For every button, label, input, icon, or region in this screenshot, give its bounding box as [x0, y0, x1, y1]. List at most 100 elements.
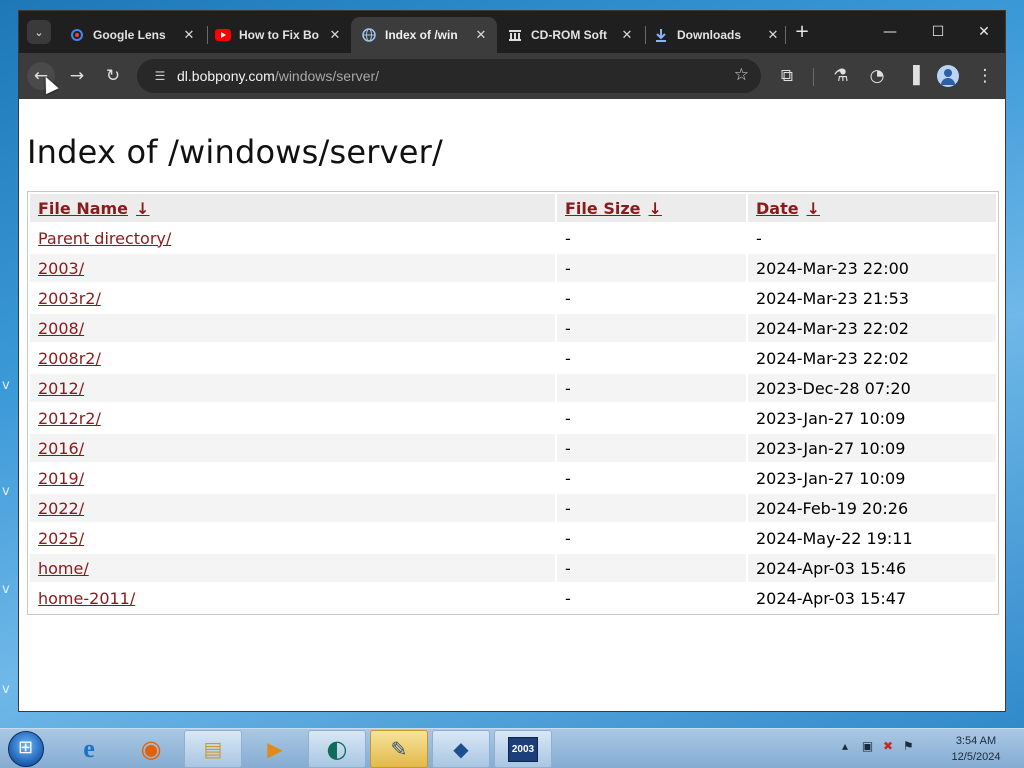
name-cell: 2019/ — [30, 464, 555, 492]
folder-link[interactable]: 2025/ — [38, 529, 84, 548]
tab-downloads[interactable]: Downloads ✕ — [643, 17, 789, 53]
name-cell: 2012/ — [30, 374, 555, 402]
folder-link[interactable]: 2012r2/ — [38, 409, 101, 428]
extensions-button[interactable]: ⧉ — [773, 62, 801, 90]
page-content: Index of /windows/server/ File Name ↓ Fil… — [19, 99, 1005, 711]
folder-link[interactable]: home/ — [38, 559, 89, 578]
folder-link[interactable]: 2016/ — [38, 439, 84, 458]
menu-button[interactable]: ⋮ — [971, 62, 999, 90]
page-title: Index of /windows/server/ — [27, 133, 443, 171]
archive-icon — [507, 27, 523, 43]
internet-explorer-icon[interactable]: e — [60, 730, 118, 768]
table-row: Parent directory/ - - — [30, 224, 996, 252]
close-window-button[interactable]: ✕ — [961, 19, 1005, 45]
more-vert-icon: ⋮ — [976, 66, 994, 86]
profile-avatar[interactable] — [937, 65, 959, 87]
size-cell: - — [565, 348, 571, 368]
chevron-up-icon[interactable]: ▴ — [842, 739, 848, 753]
table-row: 2019/ - 2023-Jan-27 10:09 — [30, 464, 996, 492]
folder-link[interactable]: 2019/ — [38, 469, 84, 488]
address-bar[interactable]: ☰ dl.bobpony.com/windows/server/ ☆ — [137, 59, 761, 93]
folder-link[interactable]: 2003r2/ — [38, 289, 101, 308]
taskbar-clock[interactable]: 3:54 AM 12/5/2024 — [936, 733, 1016, 765]
tab-strip: ⌄ Google Lens ✕ How to Fix Bo ✕ Index of… — [19, 11, 1005, 53]
name-cell: home-2011/ — [30, 584, 555, 612]
forward-button[interactable]: → — [63, 62, 91, 90]
close-icon[interactable]: ✕ — [325, 27, 345, 43]
date-cell: - — [756, 228, 762, 248]
windows-server-2003-icon[interactable]: 2003 — [494, 730, 552, 768]
reload-button[interactable]: ↻ — [99, 62, 127, 90]
minimize-button[interactable]: — — [867, 19, 913, 45]
column-header-name: File Name ↓ — [30, 194, 555, 222]
virtualbox-icon[interactable]: ◆ — [432, 730, 490, 768]
close-icon[interactable]: ✕ — [471, 27, 491, 43]
reload-icon: ↻ — [105, 66, 121, 86]
close-icon[interactable]: ✕ — [617, 27, 637, 43]
folder-link[interactable]: 2022/ — [38, 499, 84, 518]
folder-link[interactable]: 2008/ — [38, 319, 84, 338]
name-cell: 2016/ — [30, 434, 555, 462]
chevron-down-icon: ⌄ — [34, 25, 44, 39]
table-row: 2012r2/ - 2023-Jan-27 10:09 — [30, 404, 996, 432]
sort-by-name-link[interactable]: File Name ↓ — [38, 199, 149, 218]
file-explorer-icon[interactable]: ▤ — [184, 730, 242, 768]
size-cell: - — [565, 468, 571, 488]
folder-link[interactable]: 2012/ — [38, 379, 84, 398]
firefox-icon[interactable]: ◉ — [122, 730, 180, 768]
system-tray: ▴ ▣ ✖ ⚑ — [842, 739, 914, 753]
name-cell: 2025/ — [30, 524, 555, 552]
table-row: 2022/ - 2024-Feb-19 20:26 — [30, 494, 996, 522]
browser-icon[interactable]: ◐ — [308, 730, 366, 768]
flag-icon[interactable]: ⚑ — [903, 739, 914, 753]
date-cell: 2023-Jan-27 10:09 — [756, 468, 906, 488]
table-header-row: File Name ↓ File Size ↓ Date ↓ — [30, 194, 996, 222]
close-icon: ✕ — [978, 24, 990, 40]
date-cell: 2023-Dec-28 07:20 — [748, 374, 996, 402]
site-info-icon[interactable]: ☰ — [149, 69, 171, 83]
labs-button[interactable]: ⚗ — [827, 62, 855, 90]
sort-by-date-link[interactable]: Date ↓ — [756, 199, 820, 218]
name-cell: 2008r2/ — [30, 344, 555, 372]
name-cell: 2003r2/ — [30, 284, 555, 312]
tab-youtube[interactable]: How to Fix Bo ✕ — [205, 17, 351, 53]
parent-directory-link[interactable]: Parent directory/ — [38, 229, 171, 248]
folder-link[interactable]: 2003/ — [38, 259, 84, 278]
side-panel-button[interactable]: ▐ — [899, 62, 927, 90]
extension-button[interactable]: ◔ — [863, 62, 891, 90]
close-icon[interactable]: ✕ — [179, 27, 199, 43]
size-cell: - — [565, 408, 571, 428]
network-icon[interactable]: ▣ — [862, 739, 873, 753]
folder-link[interactable]: home-2011/ — [38, 589, 135, 608]
size-cell: - — [557, 254, 746, 282]
toolbar-divider — [813, 68, 814, 86]
column-header-size: File Size ↓ — [557, 194, 746, 222]
media-player-icon[interactable]: ▶ — [246, 730, 304, 768]
date-cell: 2024-Apr-03 15:47 — [756, 588, 907, 608]
tab-index-of-windows[interactable]: Index of /win ✕ — [351, 17, 497, 53]
clock-time: 3:54 AM — [955, 735, 997, 747]
tab-google-lens[interactable]: Google Lens ✕ — [59, 17, 205, 53]
volume-muted-icon[interactable]: ✖ — [883, 739, 893, 753]
maximize-icon: ☐ — [931, 24, 945, 40]
tab-title: CD-ROM Soft — [531, 28, 607, 42]
tab-search-button[interactable]: ⌄ — [27, 20, 51, 44]
desktop-icon-label: v — [2, 484, 10, 499]
folder-link[interactable]: 2008r2/ — [38, 349, 101, 368]
sort-by-size-link[interactable]: File Size ↓ — [565, 199, 662, 218]
url-path: /windows/server/ — [274, 68, 380, 84]
start-button[interactable] — [8, 731, 44, 767]
installer-icon[interactable]: ✎ — [370, 730, 428, 768]
maximize-button[interactable]: ☐ — [915, 19, 961, 45]
size-cell: - — [557, 494, 746, 522]
table-row: home-2011/ - 2024-Apr-03 15:47 — [30, 584, 996, 612]
size-cell: - — [557, 554, 746, 582]
header-label: Date — [756, 198, 799, 218]
tab-cdrom-software[interactable]: CD-ROM Soft ✕ — [497, 17, 643, 53]
close-icon[interactable]: ✕ — [763, 27, 783, 43]
name-cell: 2008/ — [30, 314, 555, 342]
bookmark-star-icon[interactable]: ☆ — [734, 65, 749, 85]
name-cell: Parent directory/ — [30, 224, 555, 252]
google-lens-icon — [69, 27, 85, 43]
new-tab-button[interactable]: + — [791, 21, 813, 43]
